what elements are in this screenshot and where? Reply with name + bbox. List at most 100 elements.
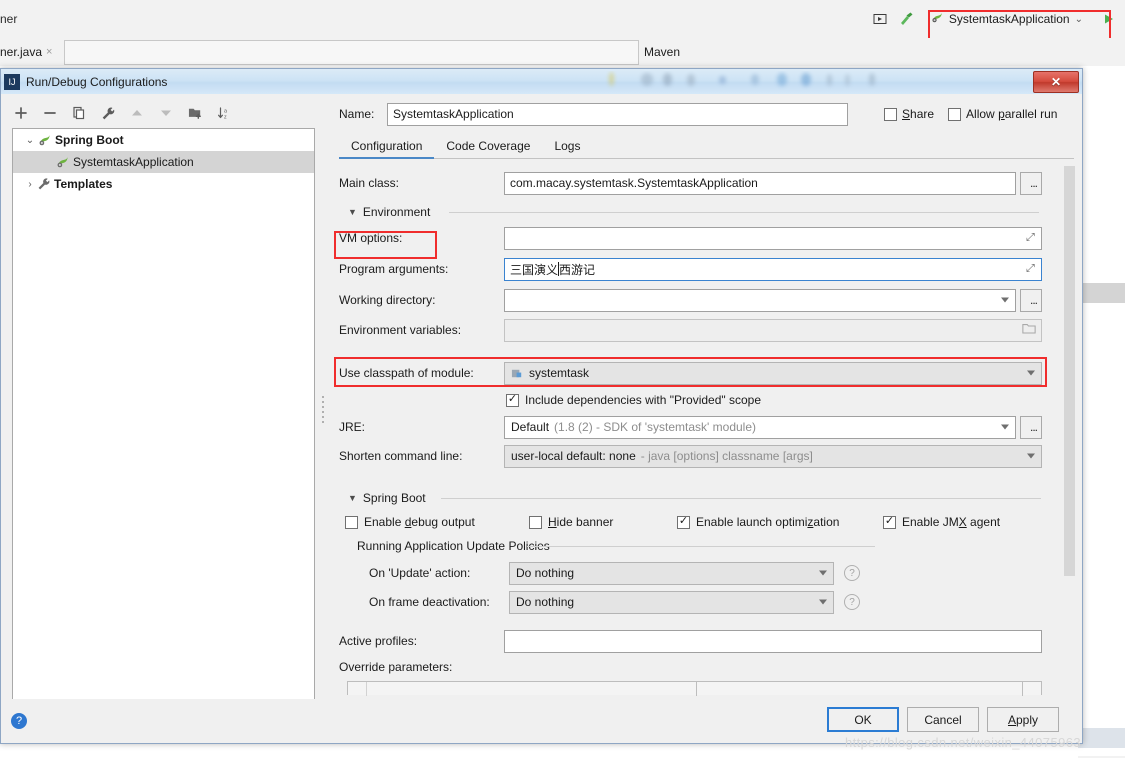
enable-launch-optimization-checkbox[interactable] [677,515,690,529]
spring-boot-section-header[interactable]: ▼ Spring Boot [348,491,426,505]
chevron-right-icon[interactable]: › [23,179,37,190]
configurations-toolbar: az [9,101,318,125]
copy-configuration-icon[interactable] [71,105,87,121]
apply-button[interactable]: Apply [987,707,1059,732]
enable-debug-output-checkbox[interactable] [345,515,358,529]
working-directory-row: Working directory: ... [339,288,1056,312]
on-update-action-combo[interactable]: Do nothing [509,561,834,585]
spring-boot-section-label: Spring Boot [362,491,426,505]
jre-browse-button[interactable]: ... [1020,415,1042,439]
tree-item-spring-boot[interactable]: ⌄ Spring Boot [13,129,314,151]
environment-section-header[interactable]: ▼ Environment [348,205,430,219]
expand-icon[interactable]: ⤢ [1026,232,1037,244]
editor-tab-ner-java[interactable]: ner.java × [0,38,60,65]
on-frame-deactivation-combo[interactable]: Do nothing [509,590,834,614]
form-scrollbar[interactable] [1063,166,1076,699]
chevron-down-icon[interactable] [1001,297,1009,303]
include-provided-row[interactable]: Include dependencies with "Provided" sco… [506,388,761,412]
enable-jmx-agent-checkbox[interactable] [883,515,896,529]
dialog-content: az ⌄ Spring Boot SystemtaskApplication ›… [1,94,1082,743]
classpath-module-combo[interactable]: systemtask [504,361,1042,385]
close-dialog-button[interactable]: ✕ [1033,71,1079,93]
help-button[interactable]: ? [11,713,27,729]
section-divider [449,212,1039,213]
cancel-button[interactable]: Cancel [907,707,979,732]
run-configuration-selector[interactable]: SystemtaskApplication ⌄ [923,8,1091,30]
name-row: Name: SystemtaskApplication Share Allow … [339,102,1074,126]
override-parameters-table[interactable] [347,681,1042,696]
chevron-down-icon[interactable]: ▼ [348,493,357,503]
ok-button[interactable]: OK [827,707,899,732]
add-configuration-icon[interactable] [13,105,29,121]
spring-boot-leaf-icon [930,11,944,28]
folder-icon[interactable] [1022,323,1036,338]
ide-toolbar: ner SystemtaskApplication ⌄ [0,0,1125,39]
jre-combo[interactable]: Default (1.8 (2) - SDK of 'systemtask' m… [504,415,1016,439]
maven-tool-window-label[interactable]: Maven [644,45,680,59]
chevron-down-icon[interactable] [1027,453,1035,459]
on-update-action-row: On 'Update' action: Do nothing ? [369,561,860,585]
on-frame-deactivation-help-icon[interactable]: ? [844,594,860,610]
ide-right-strip-lower [1078,728,1125,748]
sort-alphabetically-icon[interactable]: az [216,105,232,121]
tab-configuration[interactable]: Configuration [339,136,435,159]
main-class-browse-button[interactable]: ... [1020,171,1042,195]
move-down-icon[interactable] [158,105,174,121]
run-button-icon[interactable] [1101,11,1117,27]
environment-section-label: Environment [362,205,431,219]
tree-item-templates[interactable]: › Templates [13,173,314,195]
run-configuration-name: SystemtaskApplication [948,12,1070,26]
share-checkbox[interactable] [884,107,897,121]
include-provided-label: Include dependencies with "Provided" sco… [525,393,762,407]
environment-variables-input[interactable] [504,318,1042,342]
allow-parallel-run-checkbox-row[interactable]: Allow parallel run [948,107,1057,121]
close-icon[interactable]: × [46,46,52,58]
working-directory-browse-button[interactable]: ... [1020,288,1042,312]
panel-splitter-handle[interactable] [319,384,327,434]
allow-parallel-run-checkbox[interactable] [948,107,962,121]
expand-icon[interactable]: ⤢ [1026,263,1037,275]
on-frame-deactivation-value: Do nothing [516,595,575,609]
build-hammer-icon[interactable] [898,11,914,27]
program-arguments-input[interactable]: 三国演义 西游记 ⤢ [504,257,1042,281]
tab-code-coverage[interactable]: Code Coverage [434,136,542,158]
chevron-down-icon[interactable] [1001,424,1009,430]
chevron-down-icon[interactable] [1027,370,1035,376]
override-parameters-label: Override parameters: [339,660,453,674]
tree-item-systemtaskapplication[interactable]: SystemtaskApplication [13,151,314,173]
spring-boot-leaf-icon [55,155,70,170]
name-input[interactable]: SystemtaskApplication [387,102,848,126]
hide-banner-row[interactable]: Hide banner [529,510,613,534]
move-up-icon[interactable] [129,105,145,121]
vm-options-input[interactable]: ⤢ [504,226,1042,250]
classpath-module-row: Use classpath of module: systemtask [339,361,1056,385]
main-class-input[interactable]: com.macay.systemtask.SystemtaskApplicati… [504,171,1016,195]
include-provided-checkbox[interactable] [506,393,519,407]
form-scrollbar-thumb[interactable] [1064,166,1075,576]
wrench-icon [37,177,51,191]
shorten-command-line-combo[interactable]: user-local default: none - java [options… [504,444,1042,468]
tab-logs[interactable]: Logs [542,136,592,158]
enable-jmx-agent-row[interactable]: Enable JMX agent [883,510,1000,534]
hide-banner-checkbox[interactable] [529,515,542,529]
chevron-down-icon[interactable] [819,570,827,576]
dialog-titlebar[interactable]: IJ Run/Debug Configurations ✕ [1,69,1082,95]
share-checkbox-row[interactable]: Share [884,107,934,121]
edit-templates-wrench-icon[interactable] [100,105,116,121]
enable-launch-optimization-row[interactable]: Enable launch optimization [677,510,839,534]
new-folder-icon[interactable] [187,105,203,121]
chevron-down-icon[interactable]: ⌄ [23,135,37,146]
watermark: https://blog.csdn.net/weixin_44075963 [845,735,1081,750]
section-divider [441,498,1041,499]
on-frame-deactivation-row: On frame deactivation: Do nothing ? [369,590,860,614]
chevron-down-icon[interactable]: ▼ [348,207,357,217]
remove-configuration-icon[interactable] [42,105,58,121]
chevron-down-icon[interactable] [819,599,827,605]
on-update-action-help-icon[interactable]: ? [844,565,860,581]
enable-debug-output-row[interactable]: Enable debug output [345,510,475,534]
shorten-value-main: user-local default: none [511,449,636,463]
active-profiles-input[interactable] [504,629,1042,653]
working-directory-combo[interactable] [504,288,1016,312]
run-with-coverage-icon[interactable] [872,11,888,27]
configurations-tree[interactable]: ⌄ Spring Boot SystemtaskApplication › Te… [12,128,315,718]
